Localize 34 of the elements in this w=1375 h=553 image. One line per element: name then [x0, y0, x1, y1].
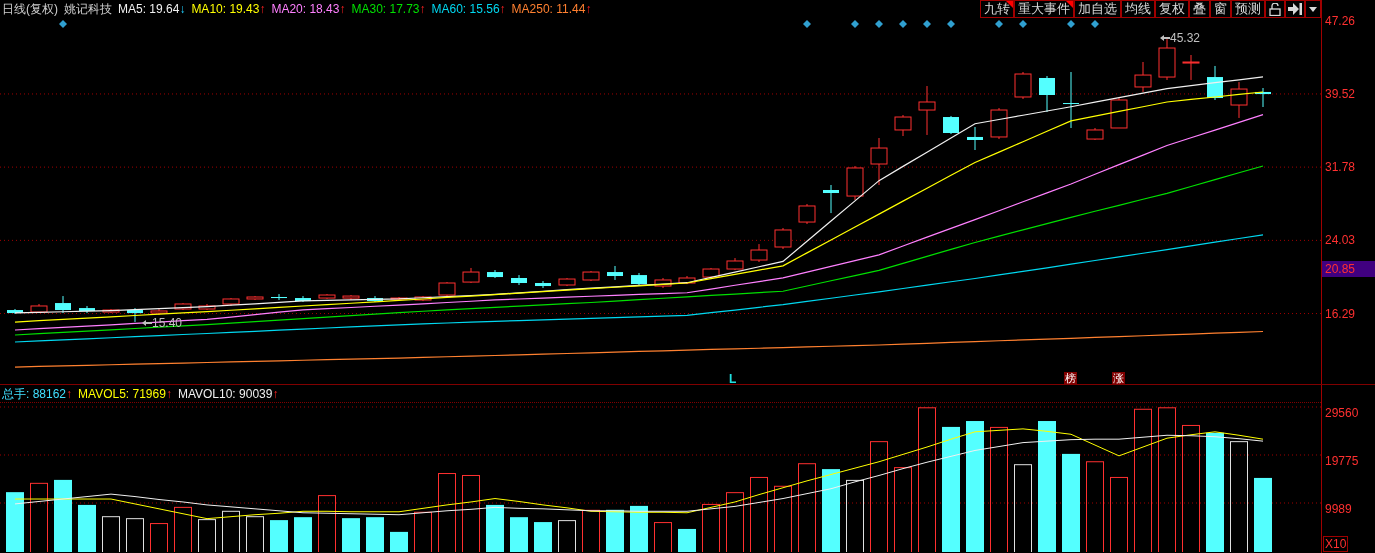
volume-unit-label: X10 [1323, 536, 1349, 552]
period-label: 日线(复权) [2, 1, 58, 17]
axis-label: 39.52 [1325, 85, 1356, 102]
trend-arrow: ↑ [259, 1, 266, 17]
trend-arrow: ↑ [585, 1, 592, 17]
indicator-value: MA20: 18.43 [271, 1, 340, 17]
trend-arrow: ↑ [272, 385, 279, 402]
stock-name: 姚记科技 [64, 1, 112, 17]
indicator-value: MA30: 17.73 [351, 1, 420, 17]
indicator-value: MA5: 19.64 [118, 1, 180, 17]
axis-label: 47.26 [1325, 12, 1356, 29]
indicator-value: MA10: 19.43 [191, 1, 260, 17]
trend-arrow: ↓ [179, 1, 186, 17]
axis-label: 29560 [1325, 405, 1359, 421]
axis-label: 24.03 [1325, 232, 1356, 249]
axis-label: 9989 [1325, 501, 1352, 517]
trend-arrow: ↑ [339, 1, 346, 17]
current-price-label: 20.85 [1322, 261, 1375, 277]
trend-arrow: ↑ [419, 1, 426, 17]
trend-arrow: ↑ [165, 385, 172, 402]
event-badge: 涨 [1112, 372, 1125, 384]
volume-value: MAVOL10: 90039 [177, 385, 273, 402]
event-marker: L [729, 373, 737, 385]
indicator-value: MA250: 11.44 [511, 1, 586, 17]
event-badge: 榜 [1064, 372, 1077, 384]
axis-label: 31.78 [1325, 159, 1356, 176]
high-price-label: 45.32 [1170, 31, 1201, 45]
trend-arrow: ↑ [499, 1, 506, 17]
volume-value: MAVOL5: 71969 [78, 385, 166, 402]
axis-label: 19775 [1325, 453, 1359, 469]
trend-arrow: ↑ [66, 385, 73, 402]
indicator-value: MA60: 15.56 [431, 1, 500, 17]
volume-value: 总手: 88162 [2, 385, 67, 402]
axis-label: 16.29 [1325, 305, 1356, 322]
